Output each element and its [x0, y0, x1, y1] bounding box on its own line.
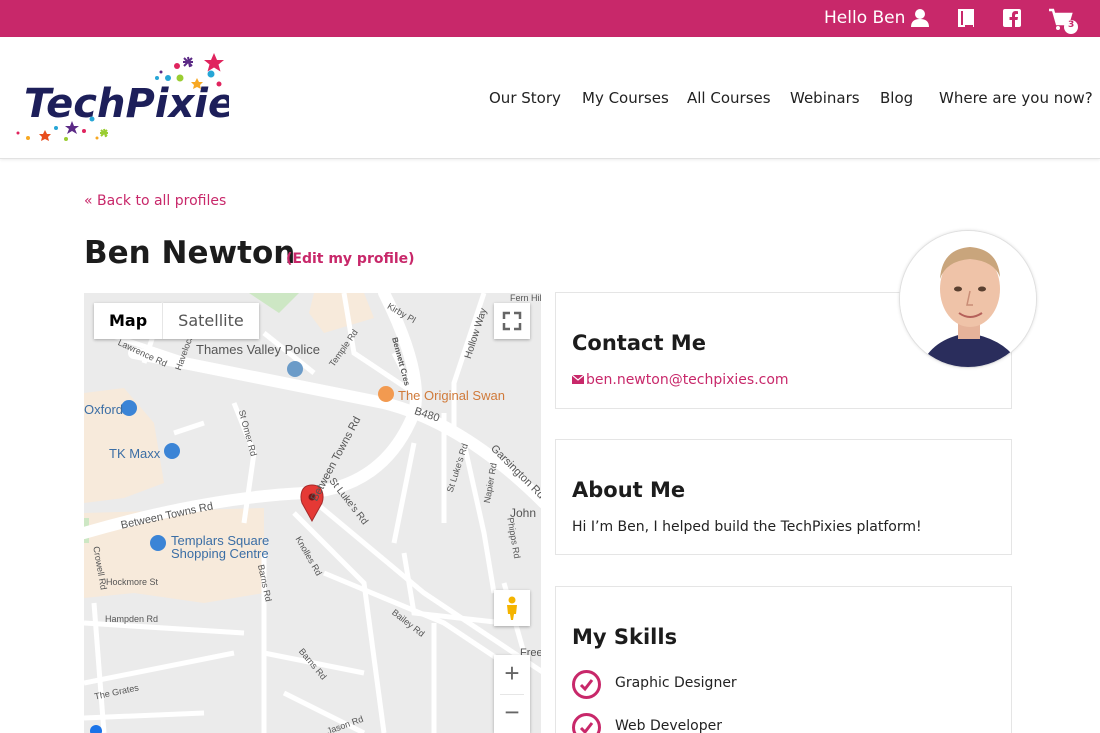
- skills-card: My Skills Graphic Designer Web Developer: [555, 586, 1012, 733]
- book-icon[interactable]: [956, 8, 976, 28]
- zoom-control: + −: [494, 655, 530, 733]
- about-title: About Me: [572, 478, 686, 502]
- top-bar: Hello Ben 3: [0, 0, 1100, 37]
- nav-our-story[interactable]: Our Story: [489, 89, 561, 107]
- map-label-templars-2: Shopping Centre: [171, 546, 269, 561]
- skill-label: Graphic Designer: [615, 675, 737, 691]
- map-type-satellite-button[interactable]: Satellite: [162, 303, 259, 339]
- nav-all-courses[interactable]: All Courses: [687, 89, 771, 107]
- street-view-pegman-icon[interactable]: [494, 590, 530, 626]
- contact-email-text: ben.newton@techpixies.com: [586, 372, 789, 388]
- map-label-hockmore: Hockmore St: [106, 577, 159, 587]
- avatar: [899, 230, 1037, 368]
- map-type-control: Map Satellite: [94, 303, 259, 339]
- edit-profile-link[interactable]: (Edit my profile): [286, 251, 415, 267]
- facebook-icon[interactable]: [1002, 8, 1022, 28]
- profile-name: Ben Newton: [84, 235, 296, 271]
- check-circle-icon: [572, 670, 601, 699]
- fullscreen-icon[interactable]: [494, 303, 530, 339]
- nav-webinars[interactable]: Webinars: [790, 89, 860, 107]
- map-label-fern: Fern Hill: [510, 293, 541, 303]
- map-label-hampden: Hampden Rd: [105, 614, 159, 624]
- map-label-oxford: Oxford: [84, 402, 124, 417]
- zoom-out-button[interactable]: −: [494, 694, 530, 733]
- zoom-in-button[interactable]: +: [494, 655, 530, 694]
- check-circle-icon: [572, 713, 601, 733]
- contact-email-link[interactable]: ben.newton@techpixies.com: [571, 372, 789, 388]
- map-label-swan: The Original Swan: [398, 388, 505, 403]
- user-icon[interactable]: [910, 8, 930, 28]
- envelope-icon: [571, 374, 585, 384]
- skills-title: My Skills: [572, 625, 678, 649]
- greeting[interactable]: Hello Ben: [824, 8, 905, 28]
- nav-blog[interactable]: Blog: [880, 89, 913, 107]
- back-to-profiles-link[interactable]: « Back to all profiles: [84, 193, 226, 209]
- site-header: TechPixies Our Story My Courses All Cour…: [0, 37, 1100, 159]
- techpixies-logo[interactable]: TechPixies: [14, 45, 259, 147]
- cart-count-badge: 3: [1068, 20, 1075, 30]
- logo-text: TechPixies: [24, 81, 229, 127]
- map-label-police: Thames Valley Police: [196, 342, 321, 357]
- map-type-map-button[interactable]: Map: [94, 303, 162, 339]
- nav-my-courses[interactable]: My Courses: [582, 89, 669, 107]
- skill-label: Web Developer: [615, 718, 722, 733]
- about-text: Hi I’m Ben, I helped build the TechPixie…: [572, 519, 922, 535]
- cart-icon[interactable]: [1048, 8, 1080, 36]
- about-card: About Me Hi I’m Ben, I helped build the …: [555, 439, 1012, 555]
- map-label-tkmaxx: TK Maxx: [109, 446, 161, 461]
- google-logo-dot: [90, 725, 102, 733]
- location-map[interactable]: Thames Valley Police The Original Swan O…: [84, 293, 541, 733]
- nav-where-are-you-now[interactable]: Where are you now?: [939, 89, 1093, 107]
- contact-title: Contact Me: [572, 331, 706, 355]
